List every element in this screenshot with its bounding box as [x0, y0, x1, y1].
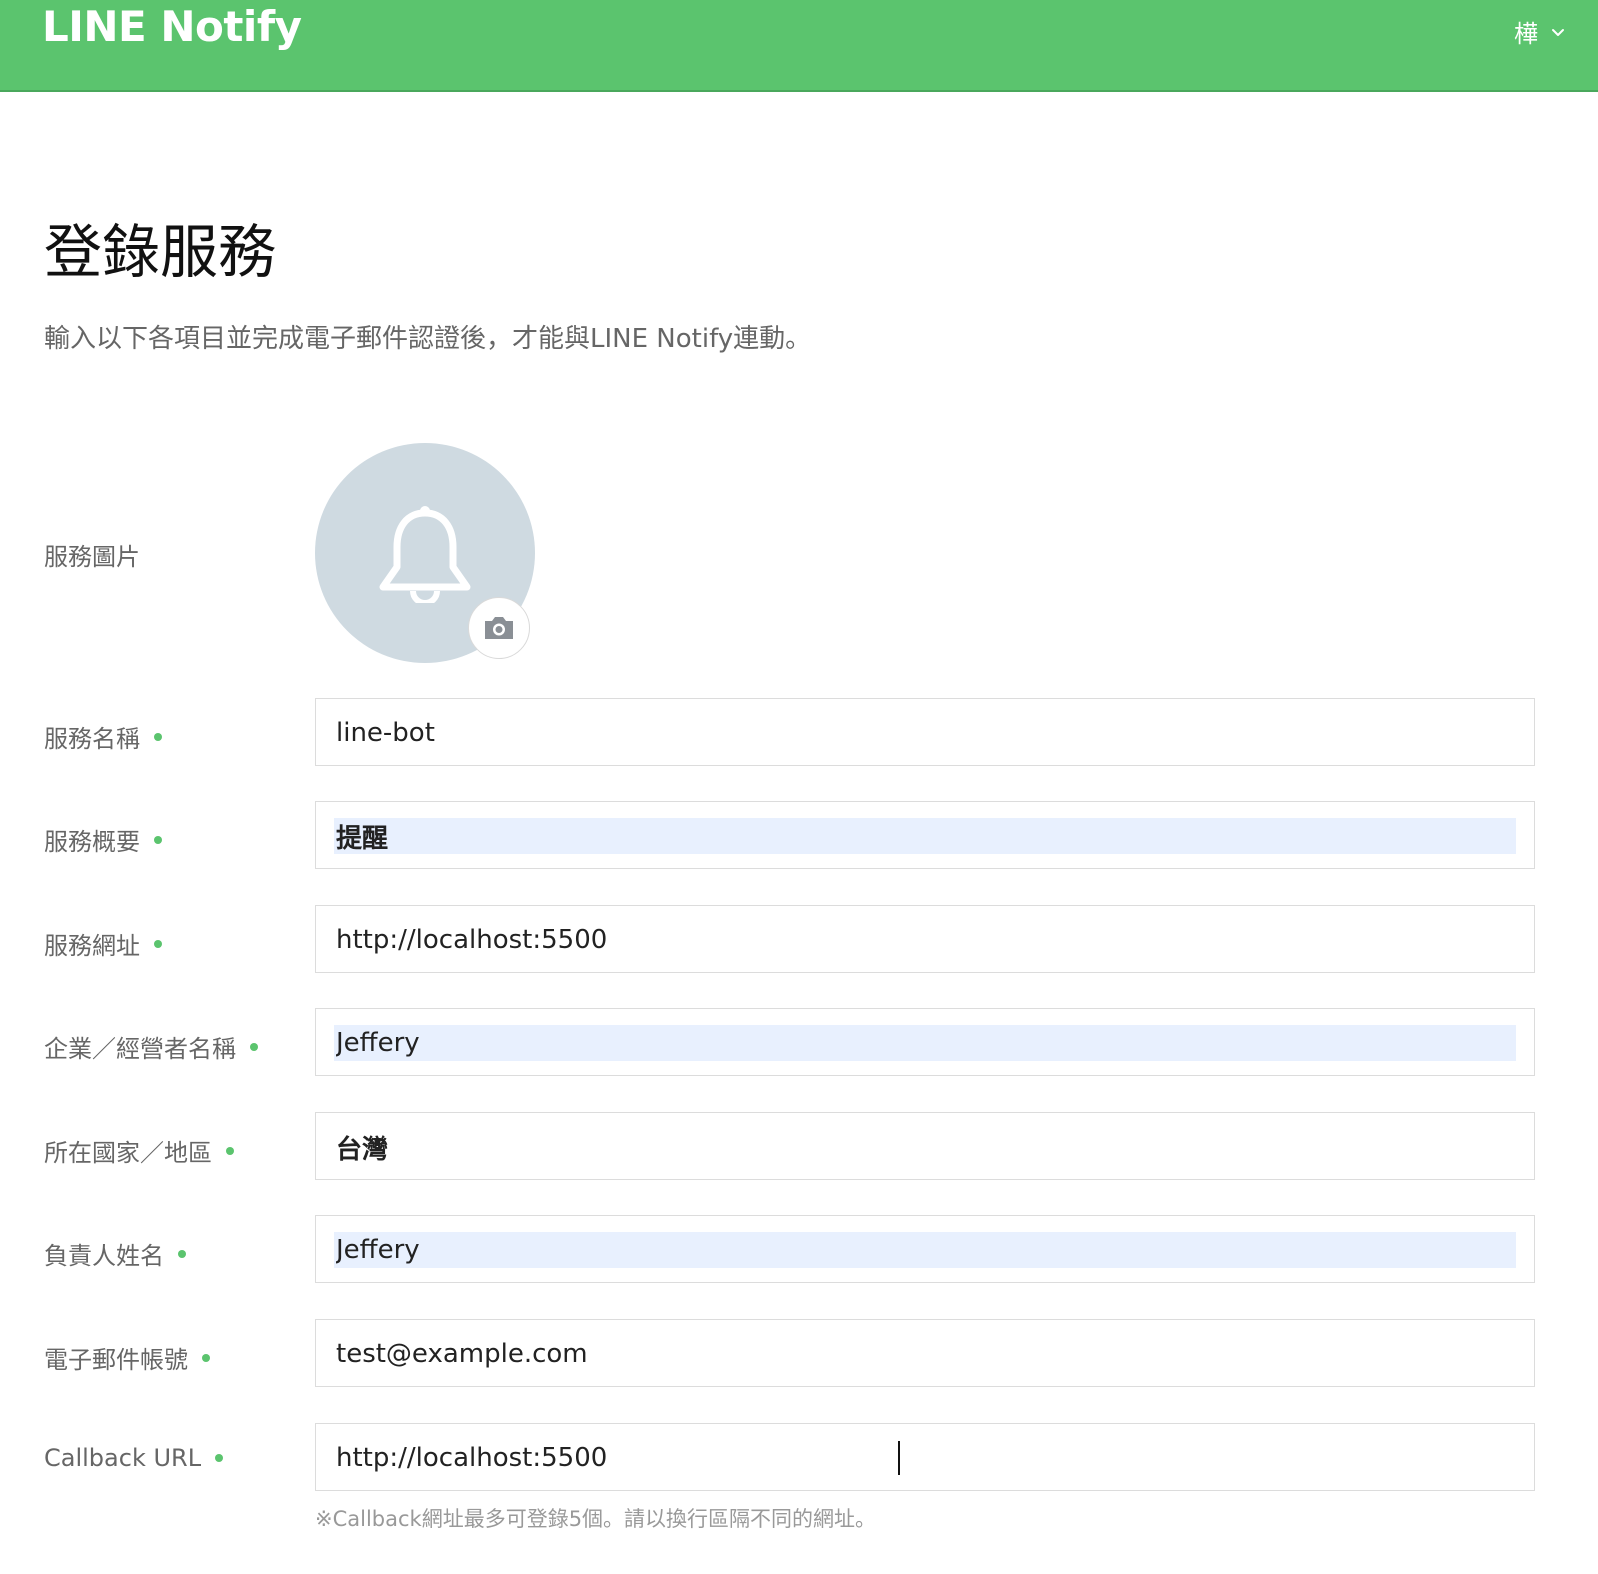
required-dot-icon	[226, 1146, 234, 1155]
service-url-label-text: 服務網址	[44, 932, 140, 960]
chevron-down-icon[interactable]	[1548, 22, 1568, 42]
user-name[interactable]: 樺	[1514, 14, 1538, 49]
responsible-person-field[interactable]	[315, 1215, 1535, 1283]
bell-icon	[379, 506, 471, 603]
required-dot-icon	[215, 1454, 224, 1462]
country-label: 所在國家／地區	[44, 1133, 234, 1168]
service-url-input[interactable]	[334, 922, 1516, 958]
camera-icon	[485, 617, 513, 639]
page-title: 登錄服務	[44, 218, 277, 286]
service-url-label: 服務網址	[44, 926, 162, 961]
service-url-field[interactable]	[315, 905, 1535, 973]
required-dot-icon	[250, 1042, 258, 1051]
required-dot-icon	[154, 835, 162, 844]
service-image-label: 服務圖片	[44, 537, 140, 572]
text-caret	[898, 1441, 900, 1475]
country-input[interactable]	[334, 1129, 1516, 1165]
callback-url-label: Callback URL	[44, 1444, 224, 1472]
country-label-text: 所在國家／地區	[44, 1139, 212, 1167]
required-dot-icon	[154, 939, 162, 948]
top-header: LINE Notify 樺	[0, 0, 1598, 92]
email-field[interactable]	[315, 1319, 1535, 1387]
required-dot-icon	[178, 1249, 186, 1258]
service-image-upload[interactable]	[315, 443, 535, 663]
responsible-person-label-text: 負責人姓名	[44, 1242, 164, 1270]
company-name-label: 企業／經營者名稱	[44, 1029, 258, 1064]
service-summary-input[interactable]	[334, 818, 1516, 854]
service-summary-field[interactable]	[315, 801, 1535, 869]
country-field[interactable]	[315, 1112, 1535, 1180]
service-summary-label: 服務概要	[44, 822, 162, 857]
user-menu[interactable]: 樺	[1514, 14, 1568, 49]
email-input[interactable]	[334, 1336, 1516, 1372]
line-notify-logo[interactable]: LINE Notify	[42, 2, 302, 51]
service-name-field[interactable]	[315, 698, 1535, 766]
company-name-input[interactable]	[334, 1025, 1516, 1061]
service-image-label-text: 服務圖片	[44, 543, 140, 571]
email-label: 電子郵件帳號	[44, 1340, 210, 1375]
service-name-input[interactable]	[334, 715, 1516, 751]
callback-url-note: ※Callback網址最多可登錄5個。請以換行區隔不同的網址。	[315, 1507, 877, 1531]
service-summary-label-text: 服務概要	[44, 828, 140, 856]
company-name-field[interactable]	[315, 1008, 1535, 1076]
service-name-label-text: 服務名稱	[44, 725, 140, 753]
callback-url-label-text: Callback URL	[44, 1444, 202, 1472]
page-description: 輸入以下各項目並完成電子郵件認證後，才能與LINE Notify連動。	[44, 324, 812, 354]
email-label-text: 電子郵件帳號	[44, 1346, 188, 1374]
responsible-person-input[interactable]	[334, 1232, 1516, 1268]
responsible-person-label: 負責人姓名	[44, 1236, 186, 1271]
service-name-label: 服務名稱	[44, 719, 162, 754]
callback-url-field[interactable]	[315, 1423, 1535, 1491]
camera-button[interactable]	[468, 597, 530, 659]
callback-url-input[interactable]	[334, 1440, 1516, 1476]
company-name-label-text: 企業／經營者名稱	[44, 1035, 236, 1063]
required-dot-icon	[202, 1353, 210, 1362]
required-dot-icon	[154, 732, 162, 741]
